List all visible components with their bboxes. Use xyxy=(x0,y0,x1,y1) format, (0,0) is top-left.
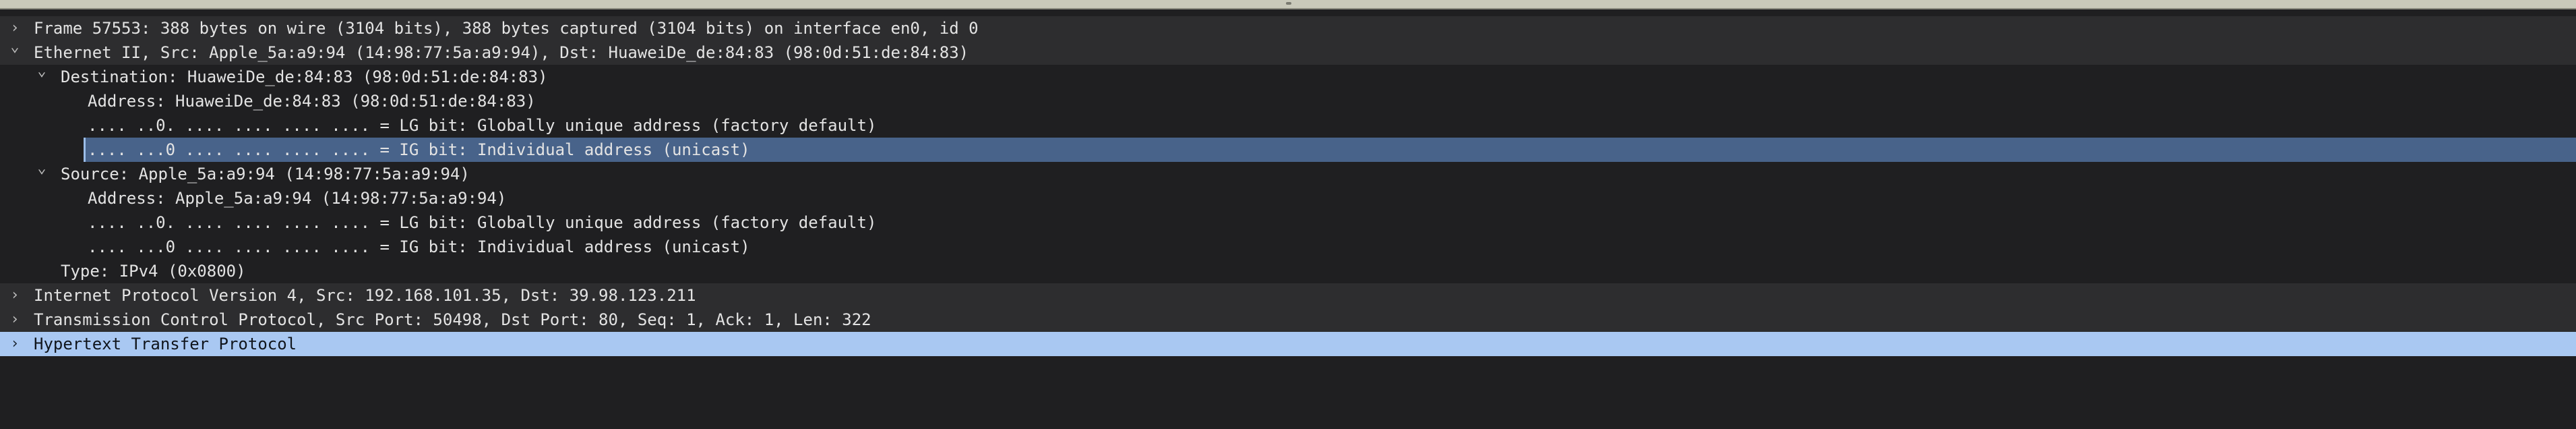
splitter-grip-icon[interactable] xyxy=(1286,2,1291,5)
pane-splitter[interactable] xyxy=(0,0,2576,9)
tree-row-label: .... ..0. .... .... .... .... = LG bit: … xyxy=(88,116,877,135)
chevron-right-icon[interactable] xyxy=(7,283,23,308)
tree-row-src-lg-bit[interactable]: .... ..0. .... .... .... .... = LG bit: … xyxy=(0,210,2576,235)
tree-row-ethertype[interactable]: Type: IPv4 (0x0800) xyxy=(0,259,2576,283)
tree-row-label: Transmission Control Protocol, Src Port:… xyxy=(34,310,871,329)
tree-row-label: Hypertext Transfer Protocol xyxy=(34,335,297,353)
chevron-down-icon[interactable] xyxy=(34,65,50,89)
tree-row-tcp[interactable]: Transmission Control Protocol, Src Port:… xyxy=(0,308,2576,332)
tree-row-dst-address[interactable]: Address: HuaweiDe_de:84:83 (98:0d:51:de:… xyxy=(0,89,2576,113)
chevron-down-icon[interactable] xyxy=(7,40,23,65)
chevron-right-icon[interactable] xyxy=(7,332,23,356)
chevron-down-icon[interactable] xyxy=(34,162,50,186)
tree-row-ethernet[interactable]: Ethernet II, Src: Apple_5a:a9:94 (14:98:… xyxy=(0,40,2576,65)
chevron-right-icon[interactable] xyxy=(7,16,23,40)
tree-row-label: .... ...0 .... .... .... .... = IG bit: … xyxy=(88,237,750,256)
tree-row-label: Address: Apple_5a:a9:94 (14:98:77:5a:a9:… xyxy=(88,189,507,208)
tree-row-destination[interactable]: Destination: HuaweiDe_de:84:83 (98:0d:51… xyxy=(0,65,2576,89)
tree-row-dst-ig-bit-selected[interactable]: .... ...0 .... .... .... .... = IG bit: … xyxy=(0,138,2576,162)
tree-row-http-selected[interactable]: Hypertext Transfer Protocol xyxy=(0,332,2576,356)
tree-row-label: Frame 57553: 388 bytes on wire (3104 bit… xyxy=(34,19,979,38)
tree-row-label: Address: HuaweiDe_de:84:83 (98:0d:51:de:… xyxy=(88,92,536,111)
tree-row-ipv4[interactable]: Internet Protocol Version 4, Src: 192.16… xyxy=(0,283,2576,308)
tree-row-label: Source: Apple_5a:a9:94 (14:98:77:5a:a9:9… xyxy=(61,165,470,183)
tree-row-label: Ethernet II, Src: Apple_5a:a9:94 (14:98:… xyxy=(34,43,969,62)
tree-row-src-ig-bit[interactable]: .... ...0 .... .... .... .... = IG bit: … xyxy=(0,235,2576,259)
tree-row-src-address[interactable]: Address: Apple_5a:a9:94 (14:98:77:5a:a9:… xyxy=(0,186,2576,210)
tree-row-source[interactable]: Source: Apple_5a:a9:94 (14:98:77:5a:a9:9… xyxy=(0,162,2576,186)
tree-row-frame[interactable]: Frame 57553: 388 bytes on wire (3104 bit… xyxy=(0,16,2576,40)
tree-row-dst-lg-bit[interactable]: .... ..0. .... .... .... .... = LG bit: … xyxy=(0,113,2576,138)
tree-row-label: Destination: HuaweiDe_de:84:83 (98:0d:51… xyxy=(61,67,548,86)
tree-row-label: Internet Protocol Version 4, Src: 192.16… xyxy=(34,286,696,305)
packet-details-pane: Frame 57553: 388 bytes on wire (3104 bit… xyxy=(0,0,2576,364)
tree-row-label: .... ..0. .... .... .... .... = LG bit: … xyxy=(88,213,877,232)
chevron-right-icon[interactable] xyxy=(7,308,23,332)
tree-row-label: Type: IPv4 (0x0800) xyxy=(61,262,246,281)
tree-row-label: .... ...0 .... .... .... .... = IG bit: … xyxy=(88,140,750,159)
